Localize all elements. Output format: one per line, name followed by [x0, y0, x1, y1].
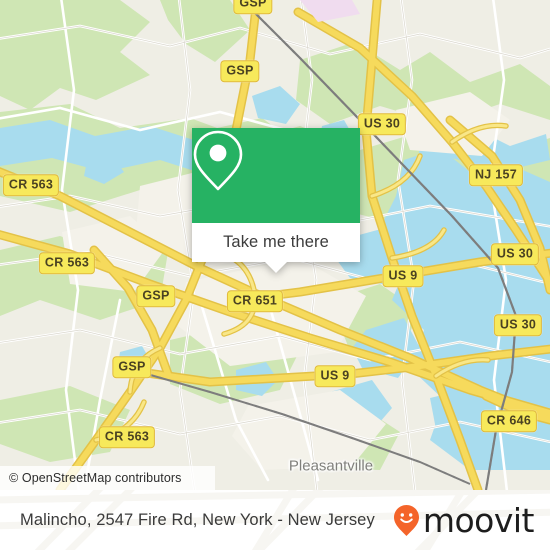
road-shield-gsp: GSP: [233, 0, 273, 14]
road-shield-us-30: US 30: [357, 113, 407, 135]
road-shield-nj-157: NJ 157: [468, 164, 524, 186]
road-shield-gsp: GSP: [136, 285, 176, 307]
screenshot-root: GSP GSP US 30 NJ 157 CR 563 CR 563 US 30 US 9 GS…: [0, 0, 550, 550]
address-text: Malincho, 2547 Fire Rd, New York - New J…: [20, 510, 375, 529]
take-me-there-button[interactable]: Take me there: [192, 223, 360, 262]
location-popup-card[interactable]: Take me there: [192, 128, 360, 273]
moovit-wordmark: moovit: [422, 500, 535, 540]
road-shield-cr-651: CR 651: [226, 290, 284, 312]
map-canvas[interactable]: GSP GSP US 30 NJ 157 CR 563 CR 563 US 30 US 9 GS…: [0, 0, 550, 490]
road-shield-us-30: US 30: [490, 243, 540, 265]
road-shield-cr-563: CR 563: [98, 426, 156, 448]
moovit-logo[interactable]: moovit: [393, 490, 535, 550]
map-attribution[interactable]: © OpenStreetMap contributors: [0, 466, 215, 490]
footer-bar: Malincho, 2547 Fire Rd, New York - New J…: [0, 490, 550, 550]
attribution-text: © OpenStreetMap contributors: [9, 471, 182, 485]
moovit-pin-smiley-icon: [393, 504, 420, 537]
road-shield-us-9: US 9: [382, 265, 424, 287]
place-label-pleasantville: Pleasantville: [288, 457, 374, 475]
road-shield-us-9: US 9: [314, 365, 356, 387]
take-me-there-label: Take me there: [223, 233, 329, 251]
road-shield-gsp: GSP: [112, 356, 152, 378]
road-shield-cr-563: CR 563: [2, 174, 60, 196]
popup-pointer-tail: [265, 262, 287, 273]
road-shield-gsp: GSP: [220, 60, 260, 82]
popup-header: [192, 128, 360, 223]
road-shield-cr-646: CR 646: [480, 410, 538, 432]
road-shield-us-30: US 30: [493, 314, 543, 336]
footer-address: Malincho, 2547 Fire Rd, New York - New J…: [20, 490, 375, 550]
road-shield-cr-563: CR 563: [38, 252, 96, 274]
